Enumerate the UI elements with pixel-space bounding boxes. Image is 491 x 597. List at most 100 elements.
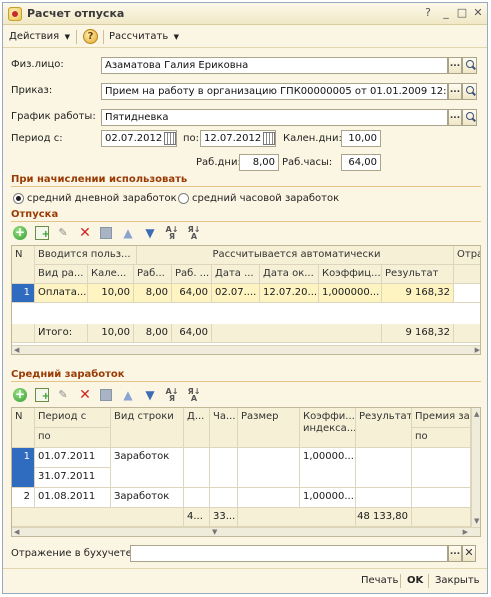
- move-up-icon[interactable]: ▲: [121, 226, 135, 240]
- schedule-open-icon[interactable]: [462, 109, 477, 126]
- column-header-period-to[interactable]: по: [35, 428, 111, 448]
- help-window-icon[interactable]: ?: [421, 6, 435, 20]
- table-cell-size[interactable]: [238, 488, 300, 508]
- calendar-icon[interactable]: [164, 132, 176, 145]
- scroll-right-icon[interactable]: ▶: [463, 528, 468, 536]
- column-header-bonus[interactable]: Премия за: [412, 408, 471, 428]
- group-header-user-input[interactable]: Вводится польз...: [35, 246, 137, 265]
- sort-ascending-icon[interactable]: A↓ Я: [165, 226, 179, 241]
- table-cell-coef[interactable]: 1,000000...: [319, 284, 382, 303]
- move-up-icon[interactable]: ▲: [121, 388, 135, 402]
- table-cell-period-to[interactable]: 31.07.2011: [35, 468, 111, 488]
- table-cell-size[interactable]: [238, 448, 300, 488]
- schedule-select-button[interactable]: ...: [448, 109, 462, 126]
- column-header-n[interactable]: N: [12, 408, 35, 448]
- minimize-icon[interactable]: _: [439, 6, 453, 20]
- work-days-field[interactable]: 8,00: [239, 154, 279, 171]
- table-cell-result[interactable]: 9 168,32: [382, 284, 454, 303]
- column-header-cal-days[interactable]: Кале...: [88, 265, 134, 284]
- calendar-icon[interactable]: [263, 132, 275, 145]
- maximize-icon[interactable]: □: [455, 6, 469, 20]
- order-field[interactable]: Прием на работу в организацию ГПК0000000…: [101, 83, 448, 100]
- table-cell-extra[interactable]: [454, 284, 480, 303]
- table-cell-bonus[interactable]: [412, 488, 471, 508]
- employee-field[interactable]: Азаматова Галия Ериковна: [101, 57, 448, 74]
- table-cell-hours[interactable]: [210, 488, 238, 508]
- clear-icon[interactable]: ✕: [462, 545, 476, 562]
- column-header-date-from[interactable]: Дата ...: [212, 265, 260, 284]
- reflection-field[interactable]: [130, 545, 448, 562]
- actions-menu-button[interactable]: Действия ▼: [9, 29, 70, 45]
- column-header-coef[interactable]: Коэффиц...: [319, 265, 382, 284]
- horizontal-scrollbar[interactable]: ◀ ▼ ▶: [12, 527, 480, 536]
- scroll-right-icon[interactable]: ▶: [475, 346, 480, 354]
- radio-hourly-earnings[interactable]: [178, 193, 189, 204]
- scroll-left-icon[interactable]: ◀: [14, 346, 19, 354]
- radio-daily-earnings[interactable]: [13, 193, 24, 204]
- column-header-work-days[interactable]: Раб...: [134, 265, 172, 284]
- scroll-down-icon[interactable]: ▼: [474, 517, 479, 525]
- table-cell-coef[interactable]: 1,00000...: [300, 488, 356, 508]
- avg-earnings-table[interactable]: N Период с по Вид строки Д... Ча... Разм…: [11, 407, 481, 537]
- table-cell-work-hours[interactable]: 64,00: [172, 284, 212, 303]
- column-header-result[interactable]: Результат: [382, 265, 454, 284]
- sort-ascending-icon[interactable]: A↓ Я: [165, 388, 179, 403]
- table-cell-cal-days[interactable]: 10,00: [88, 284, 134, 303]
- table-cell-coef[interactable]: 1,00000...: [300, 448, 356, 488]
- add-row-icon[interactable]: +: [13, 226, 27, 240]
- column-header-size[interactable]: Размер: [238, 408, 300, 448]
- table-cell-kind[interactable]: Заработок: [111, 488, 184, 508]
- column-header-hours[interactable]: Ча...: [210, 408, 238, 448]
- edit-row-icon[interactable]: ✎: [56, 388, 70, 402]
- column-header-extra[interactable]: [454, 265, 480, 284]
- move-down-icon[interactable]: ▼: [143, 388, 157, 402]
- order-open-icon[interactable]: [462, 83, 477, 100]
- reflection-select-button[interactable]: ...: [448, 545, 462, 562]
- table-cell-hours[interactable]: [210, 448, 238, 488]
- table-cell-days[interactable]: [184, 448, 210, 488]
- table-cell-days[interactable]: [184, 488, 210, 508]
- column-header-period-from[interactable]: Период с: [35, 408, 111, 428]
- table-row-number[interactable]: 2: [12, 488, 35, 508]
- scroll-up-icon[interactable]: ▲: [474, 410, 479, 418]
- work-hours-field[interactable]: 64,00: [341, 154, 381, 171]
- delete-row-icon[interactable]: ✕: [78, 388, 92, 402]
- end-edit-icon[interactable]: [100, 227, 112, 239]
- vertical-scrollbar[interactable]: ▲ ▼: [471, 408, 480, 527]
- edit-row-icon[interactable]: ✎: [56, 226, 70, 240]
- table-cell-date-from[interactable]: 02.07....: [212, 284, 260, 303]
- copy-row-icon[interactable]: [35, 388, 50, 404]
- table-cell-work-days[interactable]: 8,00: [134, 284, 172, 303]
- close-icon[interactable]: ✕: [471, 6, 485, 20]
- close-button[interactable]: Закрыть: [435, 575, 480, 586]
- sort-descending-icon[interactable]: Я↓ A: [187, 388, 201, 403]
- copy-row-icon[interactable]: [35, 226, 50, 242]
- order-select-button[interactable]: ...: [448, 83, 462, 100]
- help-icon[interactable]: ?: [83, 29, 98, 44]
- table-cell-result[interactable]: [356, 448, 412, 488]
- column-header-kind[interactable]: Вид строки: [111, 408, 184, 448]
- end-edit-icon[interactable]: [100, 389, 112, 401]
- table-cell-period-from[interactable]: 01.07.2011: [35, 448, 111, 468]
- column-header-date-to[interactable]: Дата ок...: [260, 265, 319, 284]
- column-header-kind[interactable]: Вид ра...: [35, 265, 88, 284]
- table-cell-kind[interactable]: Заработок: [111, 448, 184, 488]
- calculate-menu-button[interactable]: Рассчитать ▼: [109, 29, 179, 45]
- table-cell-result[interactable]: [356, 488, 412, 508]
- schedule-field[interactable]: Пятидневка: [101, 109, 448, 126]
- ok-button[interactable]: OK: [407, 575, 423, 586]
- table-row-number[interactable]: 1: [12, 448, 35, 488]
- scroll-thumb-icon[interactable]: ▼: [212, 528, 217, 536]
- table-row-number[interactable]: 1: [12, 284, 35, 303]
- table-cell-date-to[interactable]: 12.07.20...: [260, 284, 319, 303]
- table-cell-kind[interactable]: Оплата...: [35, 284, 88, 303]
- table-cell-bonus[interactable]: [412, 448, 471, 488]
- print-button[interactable]: Печать: [361, 575, 398, 586]
- column-header-index-coef[interactable]: Коэффи... индекса...: [300, 408, 356, 448]
- add-row-icon[interactable]: +: [13, 388, 27, 402]
- move-down-icon[interactable]: ▼: [143, 226, 157, 240]
- group-header-reflection[interactable]: Отра: [454, 246, 480, 265]
- vacations-table[interactable]: N Вводится польз... Рассчитывается автом…: [11, 245, 481, 355]
- column-header-bonus-to[interactable]: по: [412, 428, 471, 448]
- delete-row-icon[interactable]: ✕: [78, 226, 92, 240]
